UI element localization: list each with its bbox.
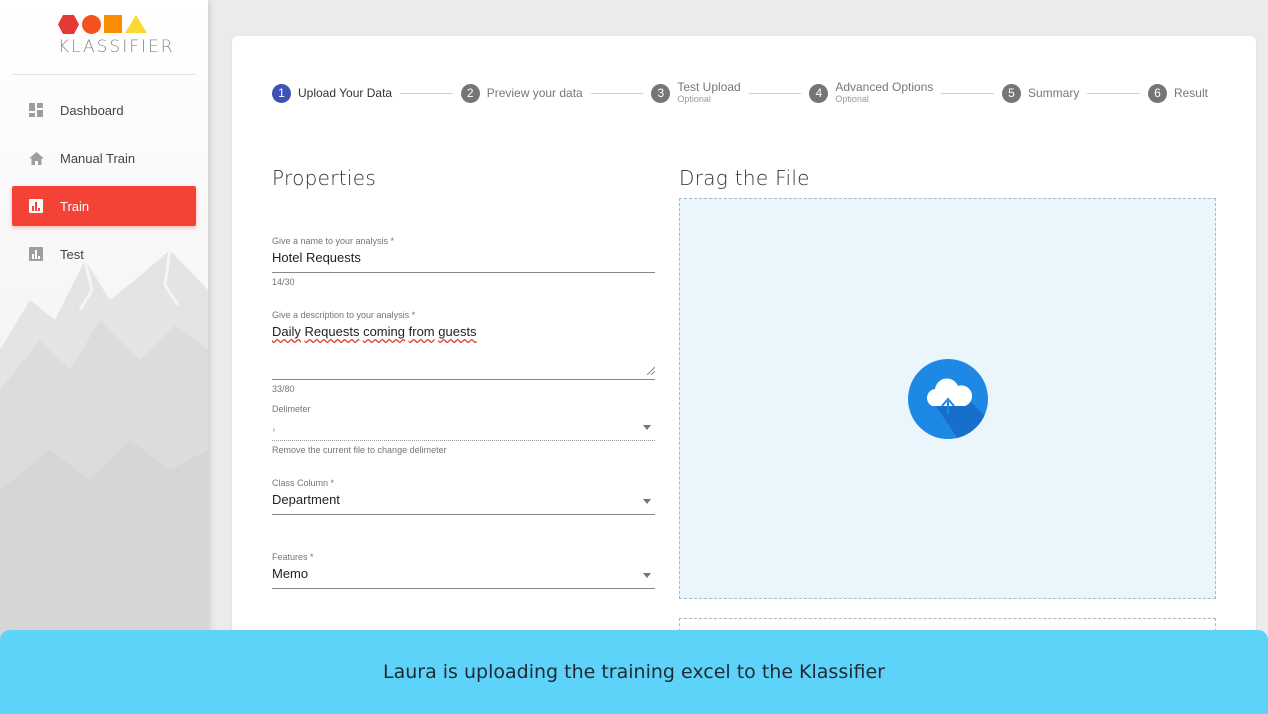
file-dropzone[interactable] — [679, 198, 1216, 599]
class-column-field: Class Column * Department — [272, 478, 655, 515]
sidebar-item-label: Train — [60, 198, 90, 214]
step-number: 1 — [272, 83, 291, 103]
step-test-upload[interactable]: 3 Test Upload Optional — [651, 81, 741, 105]
delimiter-select: , — [272, 418, 655, 441]
analysis-name-field: Give a name to your analysis * Hotel Req… — [272, 236, 655, 287]
bar-chart-icon — [26, 196, 46, 216]
step-number: 4 — [809, 83, 829, 103]
stepper: 1 Upload Your Data 2 Preview your data 3… — [272, 78, 1208, 108]
bar-chart-icon — [26, 244, 46, 264]
step-connector — [748, 92, 802, 94]
sidebar-item-manual-train[interactable]: Manual Train — [12, 138, 196, 178]
sidebar-item-dashboard[interactable]: Dashboard — [12, 90, 196, 130]
step-connector — [941, 92, 994, 94]
features-field: Features * Memo — [272, 552, 655, 589]
cloud-upload-icon[interactable] — [908, 359, 988, 439]
delimiter-field: Delimeter , Remove the current file to c… — [272, 404, 655, 455]
sidebar-item-label: Dashboard — [60, 102, 124, 118]
chevron-down-icon — [643, 499, 651, 504]
sidebar: KLASSIFIER Dashboard Manual Train Train … — [0, 0, 208, 714]
properties-title: Properties — [272, 166, 377, 190]
hexagon-icon — [58, 14, 79, 34]
character-counter: 14/30 — [272, 277, 295, 287]
triangle-icon — [125, 15, 147, 33]
class-column-select[interactable]: Department — [272, 492, 655, 515]
step-connector — [400, 92, 453, 94]
character-counter: 33/80 — [272, 384, 295, 394]
step-label: Test Upload Optional — [677, 81, 740, 105]
analysis-description-field: Give a description to your analysis * Da… — [272, 310, 655, 394]
step-connector — [590, 92, 644, 94]
description-word: coming — [363, 324, 405, 339]
sidebar-item-test[interactable]: Test — [12, 234, 196, 274]
step-preview-your-data[interactable]: 2 Preview your data — [460, 83, 583, 103]
field-label: Class Column * — [272, 478, 335, 488]
description-word: from — [408, 324, 435, 339]
step-advanced-options[interactable]: 4 Advanced Options Optional — [809, 81, 933, 105]
step-upload-your-data[interactable]: 1 Upload Your Data — [272, 83, 393, 103]
sidebar-item-train[interactable]: Train — [12, 186, 196, 226]
sidebar-item-label: Test — [60, 246, 84, 262]
step-connector — [1087, 92, 1140, 94]
step-number: 3 — [651, 83, 671, 103]
sidebar-nav: Dashboard Manual Train Train Test — [12, 90, 196, 282]
step-number: 5 — [1002, 83, 1021, 103]
delimiter-value: , — [272, 418, 276, 433]
chevron-down-icon — [643, 425, 651, 430]
step-result[interactable]: 6 Result — [1147, 83, 1208, 103]
features-select[interactable]: Memo — [272, 566, 655, 589]
caption-text: Laura is uploading the training excel to… — [383, 661, 885, 683]
caption-banner: Laura is uploading the training excel to… — [0, 630, 1268, 714]
step-label: Summary — [1028, 85, 1080, 100]
analysis-name-input[interactable]: Hotel Requests — [272, 250, 655, 273]
step-summary[interactable]: 5 Summary — [1002, 83, 1080, 103]
drag-file-title: Drag the File — [679, 166, 810, 190]
square-icon — [104, 15, 122, 33]
step-number: 6 — [1147, 83, 1167, 103]
description-word: guests — [438, 324, 477, 339]
step-number: 2 — [460, 83, 480, 103]
features-value: Memo — [272, 566, 309, 581]
field-label: Give a description to your analysis * — [272, 310, 416, 320]
train-wizard-card: 1 Upload Your Data 2 Preview your data 3… — [232, 36, 1256, 676]
field-label: Features * — [272, 552, 314, 562]
sidebar-item-label: Manual Train — [60, 150, 136, 166]
delimiter-hint: Remove the current file to change delime… — [272, 445, 447, 455]
sidebar-divider — [12, 74, 196, 75]
field-label: Give a name to your analysis * — [272, 236, 395, 246]
home-icon — [26, 148, 46, 168]
description-word: Requests — [304, 324, 360, 339]
step-title: Test Upload — [677, 80, 741, 94]
analysis-description-textarea[interactable]: Daily Requests coming from guests — [272, 324, 655, 380]
step-optional-label: Optional — [835, 94, 869, 104]
klassifier-logo[interactable]: KLASSIFIER — [58, 14, 175, 66]
dashboard-icon — [26, 100, 46, 120]
step-title: Advanced Options — [835, 80, 934, 94]
description-word: Daily — [272, 324, 301, 339]
step-label: Result — [1173, 85, 1208, 100]
resize-handle-icon[interactable] — [646, 366, 655, 375]
field-label: Delimeter — [272, 404, 311, 414]
step-label: Advanced Options Optional — [835, 81, 933, 105]
mountain-background — [0, 249, 208, 650]
chevron-down-icon — [643, 573, 651, 578]
step-label: Upload Your Data — [298, 85, 393, 100]
logo-text: KLASSIFIER — [58, 37, 175, 57]
class-column-value: Department — [272, 492, 340, 507]
step-optional-label: Optional — [677, 94, 711, 104]
circle-icon — [82, 14, 101, 34]
step-label: Preview your data — [486, 85, 583, 100]
